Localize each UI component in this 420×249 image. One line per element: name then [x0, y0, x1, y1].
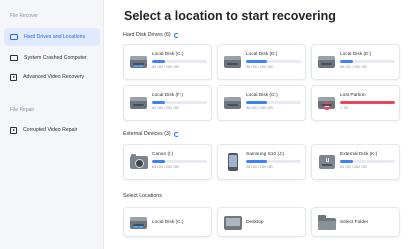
drive-card-lost-partition[interactable]: Lost Partion 1 TB — [311, 85, 400, 121]
drive-size: 60 GB / 250 GB — [152, 106, 179, 110]
usage-bar-fill — [246, 101, 267, 104]
device-name: External Disk (K:) — [340, 152, 378, 157]
video-repair-icon — [10, 126, 17, 134]
sidebar-item-system-crashed[interactable]: System Crashed Computer — [4, 49, 100, 67]
main-panel: Select a location to start recovering Ha… — [104, 0, 420, 249]
usage-bar — [246, 160, 301, 163]
sidebar: File Recover Hard Drives and Locations S… — [0, 0, 104, 249]
folder-icon — [318, 214, 336, 232]
usage-bar-fill — [246, 60, 267, 63]
drive-size: 60 GB / 250 GB — [152, 65, 179, 69]
usage-bar — [340, 60, 395, 63]
usage-bar — [340, 101, 395, 104]
location-name: Local Disk (C:) — [152, 220, 184, 225]
usage-bar-fill — [152, 60, 166, 63]
usage-bar-fill — [152, 101, 166, 104]
usage-bar — [152, 101, 207, 104]
usage-bar-fill — [340, 160, 354, 163]
drive-card-c[interactable]: Local Disk (C:) 60 GB / 250 GB — [123, 44, 212, 80]
drive-name: Local Disk (C:) — [152, 52, 184, 57]
sidebar-item-video-repair[interactable]: Corrupted Video Repair — [4, 121, 100, 139]
drive-size: 60 GB / 250 GB — [340, 65, 367, 69]
usage-bar — [246, 101, 301, 104]
device-size: 60 GB / 250 GB — [152, 165, 179, 169]
sidebar-item-label: Hard Drives and Locations — [24, 34, 86, 40]
usage-bar — [152, 60, 207, 63]
device-size: 96 GB / 250 GB — [246, 165, 273, 169]
camera-icon — [130, 153, 148, 171]
phone-icon — [224, 153, 242, 171]
drive-size: 96 GB / 250 GB — [246, 65, 273, 69]
drive-name: Local Disk (G:) — [246, 93, 278, 98]
location-name: Select Folder — [340, 220, 369, 225]
desktop-icon — [224, 214, 242, 232]
refresh-icon[interactable] — [173, 131, 179, 137]
usage-bar-fill — [246, 160, 267, 163]
device-card-external-disk[interactable]: External Disk (K:) 60 GB / 250 GB — [311, 144, 400, 180]
device-name: Samsung S10 (J:) — [246, 152, 285, 157]
drive-size: 96 GB / 250 GB — [246, 106, 273, 110]
windows-drive-icon — [130, 214, 148, 232]
section-select-locations: Select Locations — [123, 193, 162, 199]
hard-drive-icon — [10, 34, 18, 40]
location-card-local-disk-c[interactable]: Local Disk (C:) — [123, 207, 212, 237]
drive-name: Lost Partion — [340, 93, 366, 98]
section-external-devices: External Devices (3) — [123, 131, 179, 137]
refresh-icon[interactable] — [173, 32, 179, 38]
drive-card-e[interactable]: Local Disk (E:) 60 GB / 250 GB — [311, 44, 400, 80]
sidebar-item-label: Advanced Video Recovery — [23, 74, 85, 80]
usage-bar-fill — [340, 60, 354, 63]
sidebar-section-file-repair: File Repair — [10, 107, 35, 113]
video-icon — [10, 73, 17, 81]
section-label: Select Locations — [123, 193, 162, 199]
usb-drive-icon — [318, 153, 336, 171]
sidebar-section-file-recover: File Recover — [10, 13, 39, 19]
device-name: Canon (I:) — [152, 152, 174, 157]
drive-name: Local Disk (E:) — [340, 52, 372, 57]
drive-card-g[interactable]: Local Disk (G:) 96 GB / 250 GB — [217, 85, 306, 121]
device-card-samsung[interactable]: Samsung S10 (J:) 96 GB / 250 GB — [217, 144, 306, 180]
section-label: External Devices (3) — [123, 131, 171, 137]
usage-bar-fill — [152, 160, 166, 163]
monitor-icon — [10, 55, 18, 61]
drive-name: Local Disk (F:) — [152, 93, 183, 98]
drive-card-f[interactable]: Local Disk (F:) 60 GB / 250 GB — [123, 85, 212, 121]
sidebar-item-hard-drives[interactable]: Hard Drives and Locations — [4, 28, 100, 46]
hard-drive-icon — [318, 53, 336, 71]
drive-size: 1 TB — [340, 106, 348, 110]
drive-name: Local Disk (D:) — [246, 52, 278, 57]
hard-drive-icon — [224, 94, 242, 112]
location-card-select-folder[interactable]: Select Folder — [311, 207, 400, 237]
hard-drive-icon — [130, 94, 148, 112]
sidebar-item-advanced-video[interactable]: Advanced Video Recovery — [4, 68, 100, 86]
device-size: 60 GB / 250 GB — [340, 165, 367, 169]
sidebar-item-label: System Crashed Computer — [24, 55, 87, 61]
page-title: Select a location to start recovering — [124, 9, 336, 23]
windows-drive-icon — [130, 53, 148, 71]
usage-bar — [152, 160, 207, 163]
hard-drive-icon — [224, 53, 242, 71]
app-window: File Recover Hard Drives and Locations S… — [0, 0, 420, 249]
usage-bar — [340, 160, 395, 163]
drive-card-d[interactable]: Local Disk (D:) 96 GB / 250 GB — [217, 44, 306, 80]
device-card-canon[interactable]: Canon (I:) 60 GB / 250 GB — [123, 144, 212, 180]
sidebar-item-label: Corrupted Video Repair — [23, 127, 78, 133]
usage-bar-fill — [340, 101, 395, 104]
section-hard-disk-drives: Hard Disk Drives (6) — [123, 32, 179, 38]
usage-bar — [246, 60, 301, 63]
location-name: Desktop — [246, 220, 264, 225]
location-card-desktop[interactable]: Desktop — [217, 207, 306, 237]
lost-partition-icon — [318, 94, 336, 112]
section-label: Hard Disk Drives (6) — [123, 32, 171, 38]
